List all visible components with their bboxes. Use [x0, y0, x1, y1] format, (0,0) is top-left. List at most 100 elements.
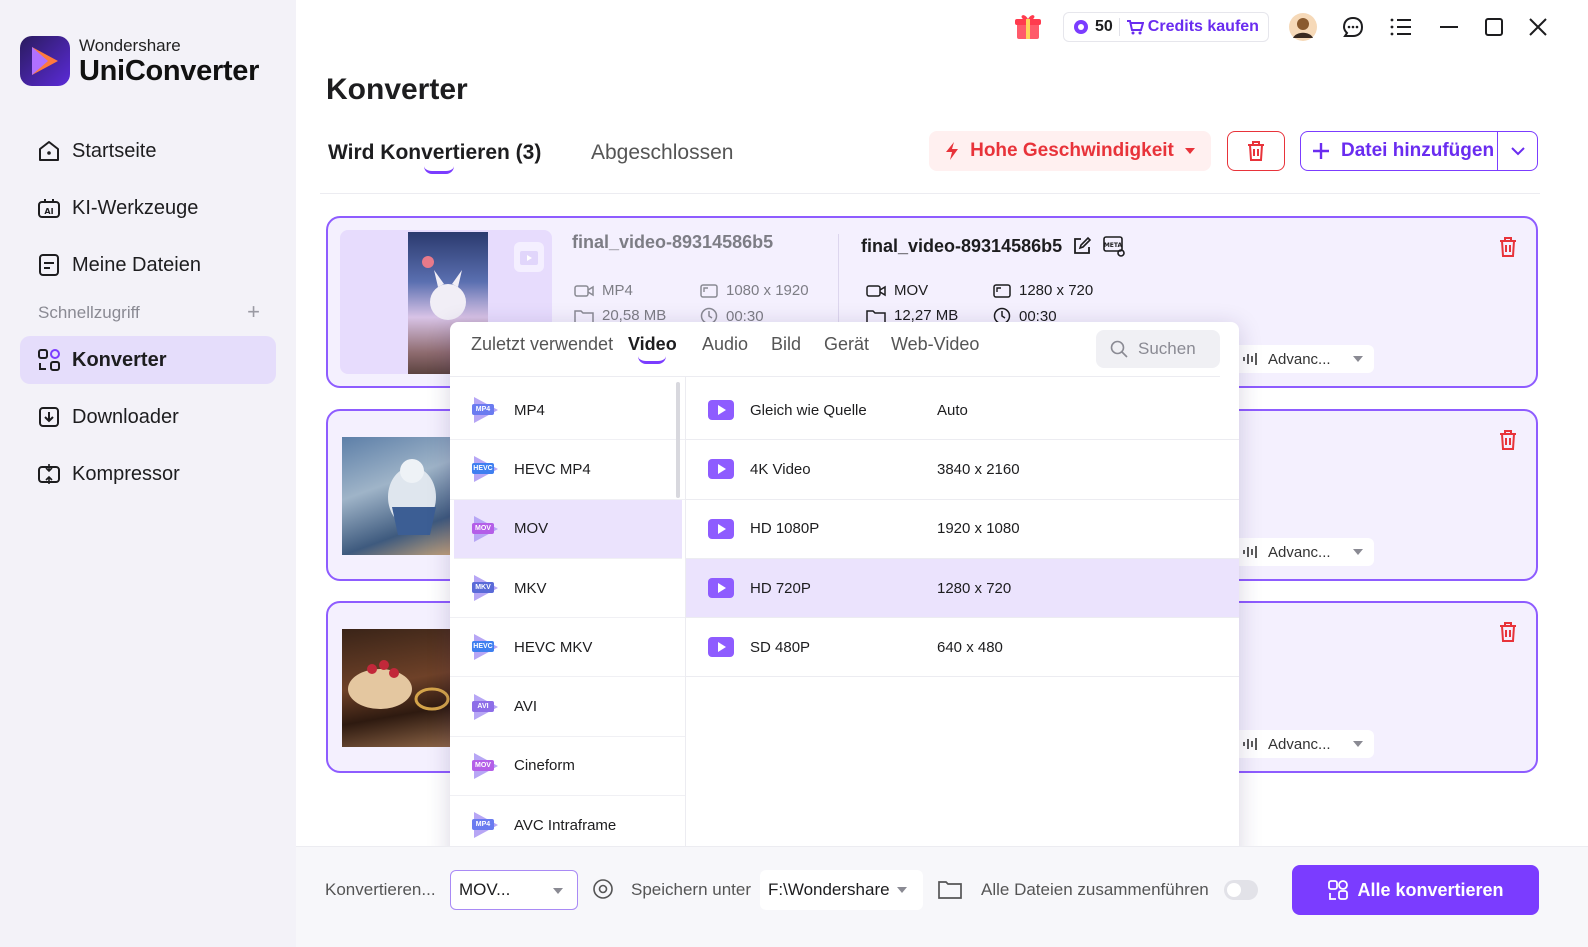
caret-down-icon — [897, 887, 907, 893]
advanced-audio-select[interactable]: Advanc... — [1232, 538, 1374, 566]
advanced-audio-select[interactable]: Advanc... — [1232, 345, 1374, 373]
sidebar-item-label: Kompressor — [72, 462, 180, 485]
chevron-down-icon — [1510, 146, 1525, 155]
svg-text:META: META — [1104, 242, 1123, 249]
sidebar-item-meine-dateien[interactable]: Meine Dateien — [20, 241, 276, 289]
page-title: Konverter — [326, 73, 468, 106]
delete-file-icon[interactable] — [1498, 621, 1518, 643]
sidebar-item-downloader[interactable]: Downloader — [20, 393, 276, 441]
active-tab-indicator — [424, 166, 454, 174]
video-play-icon — [708, 578, 734, 599]
delete-all-button[interactable] — [1227, 131, 1285, 171]
cart-icon — [1126, 20, 1144, 35]
format-list-scrollbar[interactable] — [676, 382, 680, 498]
format-tab-indicator — [638, 356, 666, 364]
sidebar-item-label: Startseite — [72, 139, 157, 162]
sidebar-item-label: KI-Werkzeuge — [72, 196, 199, 219]
format-item-cineform[interactable]: MOV Cineform — [450, 737, 686, 797]
sidebar-item-konverter[interactable]: Konverter — [20, 336, 276, 384]
sidebar: Wondershare UniConverter Startseite AI K… — [0, 0, 296, 947]
video-play-icon — [708, 518, 734, 539]
sidebar-item-startseite[interactable]: Startseite — [20, 127, 276, 175]
avatar[interactable] — [1286, 10, 1320, 44]
video-file-icon — [514, 242, 544, 272]
resolution-icon — [700, 283, 718, 298]
output-file-name: final_video-89314586b5 META — [861, 235, 1126, 257]
video-camera-icon — [866, 284, 886, 297]
resolution-item-4k[interactable]: 4K Video 3840 x 2160 — [686, 440, 1239, 500]
source-file-name: final_video-89314586b5 — [572, 232, 774, 252]
resolution-item-1080p[interactable]: HD 1080P 1920 x 1080 — [686, 500, 1239, 559]
format-item-avi[interactable]: AVI AVI — [450, 677, 686, 737]
settings-icon[interactable] — [592, 878, 614, 900]
minimize-icon[interactable] — [1434, 12, 1464, 42]
metadata-icon[interactable]: META — [1102, 235, 1126, 257]
format-tab-image[interactable]: Bild — [771, 334, 801, 355]
quick-access-label: Schnellzugriff — [38, 303, 140, 322]
maximize-icon[interactable] — [1479, 12, 1509, 42]
mov-format-icon: MOV — [472, 752, 500, 779]
format-search-input[interactable] — [1138, 339, 1218, 359]
save-path-select[interactable]: F:\Wondershare — [760, 870, 923, 910]
format-item-hevc-mp4[interactable]: HEVC HEVC MP4 — [450, 440, 686, 500]
format-item-mp4[interactable]: MP4 MP4 — [450, 381, 686, 441]
output-format-select[interactable]: MOV... — [450, 870, 578, 910]
add-file-button[interactable]: Datei hinzufügen — [1300, 131, 1538, 171]
credits-count: 50 — [1095, 18, 1113, 35]
resolution-item-720p[interactable]: HD 720P 1280 x 720 — [686, 558, 1239, 619]
edit-name-icon[interactable] — [1072, 236, 1092, 256]
caret-down-icon — [1352, 356, 1363, 362]
sidebar-item-label: Konverter — [72, 348, 167, 371]
mov-format-icon: MOV — [472, 515, 500, 542]
plus-icon — [1313, 143, 1329, 159]
hevc-format-icon: HEVC — [472, 456, 500, 483]
resolution-icon — [993, 283, 1011, 298]
format-item-hevc-mkv[interactable]: HEVC HEVC MKV — [450, 618, 686, 678]
sidebar-item-kompressor[interactable]: Kompressor — [20, 450, 276, 498]
resolution-item-source[interactable]: Gleich wie Quelle Auto — [686, 381, 1239, 441]
delete-file-icon[interactable] — [1498, 429, 1518, 451]
format-tab-web-video[interactable]: Web-Video — [891, 334, 979, 355]
tab-completed[interactable]: Abgeschlossen — [591, 141, 733, 165]
video-thumbnail[interactable] — [342, 629, 452, 747]
advanced-audio-select[interactable]: Advanc... — [1232, 730, 1374, 758]
feedback-icon[interactable] — [1338, 12, 1368, 42]
sidebar-item-ki-werkzeuge[interactable]: AI KI-Werkzeuge — [20, 184, 276, 232]
app-logo: Wondershare UniConverter — [20, 36, 259, 86]
brand-small: Wondershare — [79, 36, 181, 55]
sidebar-item-label: Downloader — [72, 405, 179, 428]
convert-icon — [1328, 880, 1349, 900]
format-item-mkv[interactable]: MKV MKV — [450, 559, 686, 619]
format-tab-video[interactable]: Video — [628, 334, 677, 355]
format-item-mov[interactable]: MOV MOV — [454, 499, 682, 559]
audio-waveform-icon — [1243, 353, 1257, 365]
output-resolution: 1280 x 720 — [993, 282, 1093, 299]
folder-icon[interactable] — [938, 879, 962, 899]
source-format: MP4 — [574, 282, 633, 299]
video-thumbnail[interactable] — [342, 437, 452, 555]
format-search — [1096, 330, 1220, 368]
tab-converting[interactable]: Wird Konvertieren (3) — [328, 141, 541, 165]
add-file-dropdown[interactable] — [1498, 132, 1537, 170]
merge-files-toggle[interactable] — [1224, 880, 1258, 900]
close-icon[interactable] — [1523, 12, 1553, 42]
header-divider — [320, 193, 1540, 194]
format-tab-recent[interactable]: Zuletzt verwendet — [471, 334, 613, 355]
video-play-icon — [708, 459, 734, 480]
format-tab-device[interactable]: Gerät — [824, 334, 869, 355]
resolution-item-480p[interactable]: SD 480P 640 x 480 — [686, 618, 1239, 678]
add-quick-access-icon[interactable]: + — [247, 301, 260, 323]
converter-icon — [38, 349, 60, 371]
caret-down-icon — [553, 888, 563, 894]
high-speed-button[interactable]: Hohe Geschwindigkeit — [929, 131, 1211, 171]
menu-icon[interactable] — [1386, 12, 1416, 42]
caret-down-icon — [1352, 549, 1363, 555]
convert-all-button[interactable]: Alle konvertieren — [1292, 865, 1539, 915]
format-tab-audio[interactable]: Audio — [702, 334, 748, 355]
buy-credits-link[interactable]: Credits kaufen — [1148, 18, 1259, 36]
brand-big: UniConverter — [79, 55, 260, 87]
gift-icon[interactable] — [1010, 8, 1046, 44]
delete-file-icon[interactable] — [1498, 236, 1518, 258]
files-icon — [39, 254, 59, 276]
save-to-label: Speichern unter — [631, 880, 752, 899]
